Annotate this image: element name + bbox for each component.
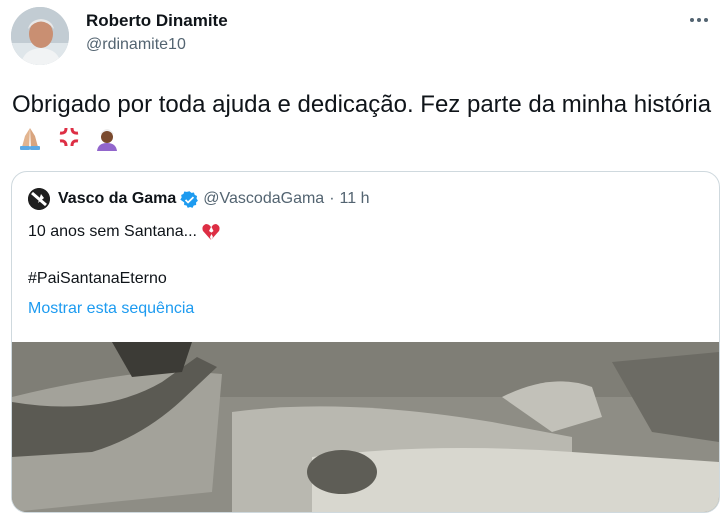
quoted-media-image[interactable]	[12, 342, 719, 512]
tweet-body: Obrigado por toda ajuda e dedicação. Fez…	[12, 91, 712, 118]
quoted-avatar[interactable]	[28, 188, 50, 210]
quoted-text-line1: 10 anos sem Santana...	[28, 222, 221, 242]
quoted-text: 10 anos sem Santana...	[28, 223, 197, 240]
show-thread-link[interactable]: Mostrar esta sequência	[28, 300, 194, 318]
quoted-timestamp[interactable]: 11 h	[340, 190, 370, 208]
broken-heart-icon	[201, 222, 221, 242]
verified-badge-icon	[180, 190, 199, 209]
folded-hands-icon	[16, 123, 44, 162]
anger-icon	[55, 123, 83, 162]
author-handle[interactable]: @rdinamite10	[86, 36, 186, 54]
more-options-icon[interactable]	[682, 8, 716, 32]
quoted-name[interactable]: Vasco da Gama	[58, 190, 176, 208]
dot	[697, 18, 701, 22]
tweet-text: Obrigado por toda ajuda e dedicação. Fez…	[12, 86, 712, 162]
separator-dot: ·	[329, 190, 335, 207]
person-with-turban-icon	[93, 123, 121, 162]
quoted-tweet[interactable]: Vasco da Gama @VascodaGama · 11 h 10 ano…	[11, 171, 720, 513]
quoted-handle[interactable]: @VascodaGama	[203, 190, 324, 208]
dot	[690, 18, 694, 22]
quoted-hashtag[interactable]: #PaiSantanaEterno	[28, 270, 167, 288]
author-name[interactable]: Roberto Dinamite	[86, 11, 228, 31]
author-avatar[interactable]	[11, 7, 69, 65]
quoted-header: Vasco da Gama @VascodaGama · 11 h	[28, 188, 369, 210]
dot	[704, 18, 708, 22]
